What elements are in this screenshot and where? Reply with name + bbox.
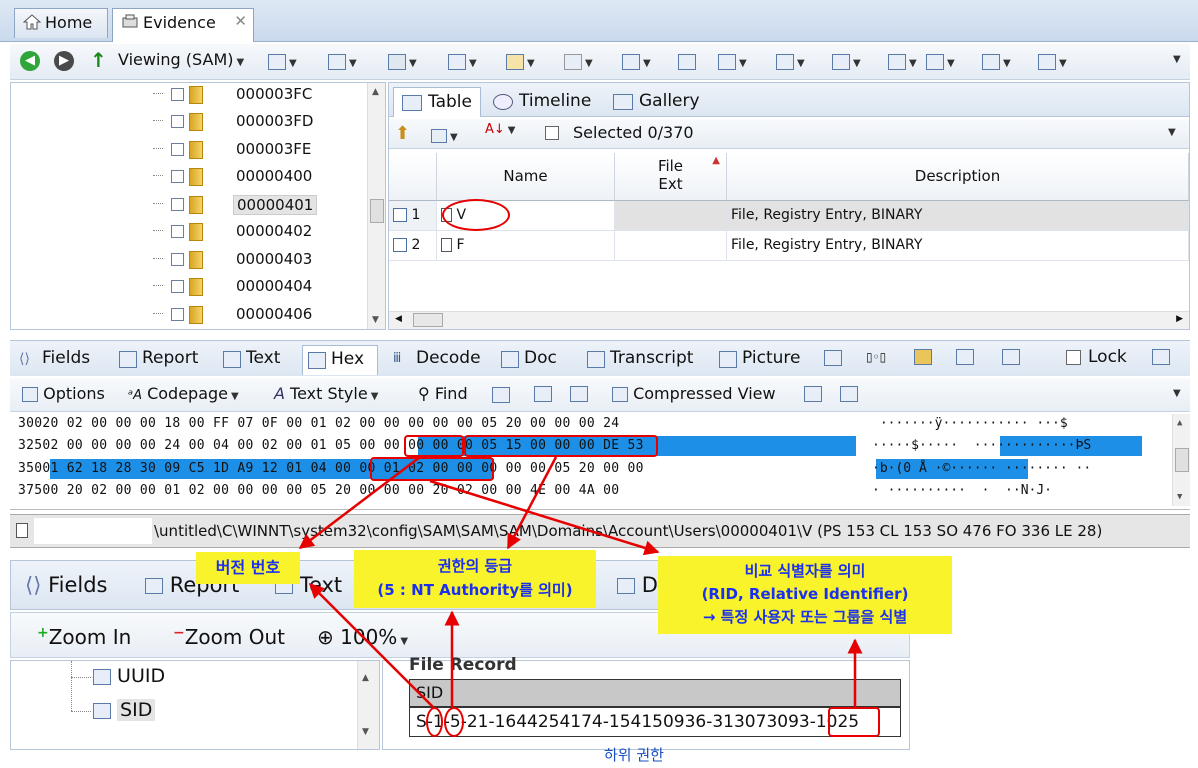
annotation-arrows xyxy=(298,456,863,708)
callout-authority-text1: 권한의 등급 xyxy=(437,557,513,575)
caption-sub-authority: 하위 권한 xyxy=(604,746,664,764)
callout-rid-text2: (RID, Relative Identifier) xyxy=(701,585,909,603)
callout-rid: 비교 식별자를 의미 (RID, Relative Identifier) → 특정… xyxy=(658,556,952,634)
callout-rid-text3: → 특정 사용자 또는 그룹을 식별 xyxy=(702,608,908,626)
callout-authority: 권한의 등급 (5 : NT Authority를 의미) xyxy=(354,550,596,608)
callout-version-text: 버전 번호 xyxy=(215,558,281,577)
callout-rid-text1: 비교 식별자를 의미 xyxy=(744,562,866,580)
callout-authority-text2: (5 : NT Authority를 의미) xyxy=(377,581,573,599)
callout-version: 버전 번호 xyxy=(196,552,300,584)
